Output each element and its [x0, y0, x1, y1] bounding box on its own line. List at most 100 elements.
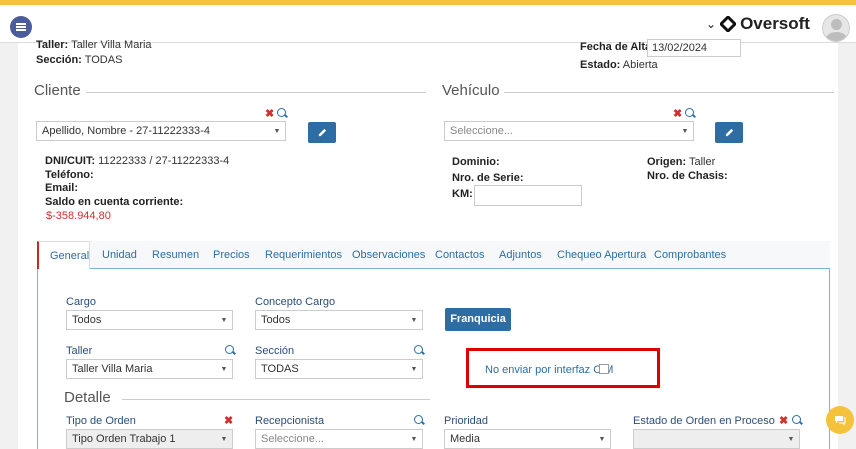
search-taller-icon[interactable] — [225, 345, 234, 354]
chevron-down-icon: ▼ — [787, 435, 795, 443]
estado-label: Estado: — [580, 59, 621, 71]
detalle-divider — [122, 399, 430, 400]
order-page: Taller: Taller Villa Maria Sección: TODA… — [18, 39, 838, 449]
email-label: Email: — [45, 182, 79, 194]
avatar[interactable] — [822, 14, 850, 42]
concepto-cargo-label: Concepto Cargo — [255, 296, 336, 308]
chevron-down-icon: ▼ — [681, 127, 689, 135]
oversoft-logo-icon — [720, 16, 737, 32]
chevron-down-icon: ▼ — [410, 365, 418, 373]
clear-cliente-icon[interactable]: ✖ — [265, 107, 274, 120]
prioridad-select-value: Media — [450, 433, 480, 445]
taller-info-label: Taller: — [36, 39, 69, 51]
hamburger-icon — [16, 26, 26, 28]
taller-info-value: Taller Villa Maria — [71, 39, 152, 51]
saldo-label: Saldo en cuenta corriente: — [45, 196, 184, 208]
origen-value: Taller — [688, 156, 716, 168]
vehiculo-select[interactable]: Seleccione... ▼ — [444, 121, 694, 141]
chevron-down-icon: ⌄ — [706, 17, 717, 31]
search-cliente-icon[interactable] — [277, 108, 286, 117]
tipo-orden-select-value: Tipo Orden Trabajo 1 — [72, 433, 176, 445]
chevron-down-icon: ▼ — [410, 435, 418, 443]
tab-chequeo-apertura[interactable]: Chequeo Apertura — [557, 241, 646, 269]
fecha-alta-field[interactable]: 13/02/2024 — [647, 39, 741, 57]
taller-info: Taller: Taller Villa Maria — [36, 39, 152, 51]
general-panel: Cargo Todos ▼ Concepto Cargo Todos ▼ Fra… — [37, 269, 830, 449]
detalle-section-title: Detalle — [64, 389, 111, 406]
franquicia-button[interactable]: Franquicia — [445, 308, 511, 331]
chevron-down-icon: ▼ — [410, 316, 418, 324]
prioridad-label: Prioridad — [444, 415, 489, 427]
tab-adjuntos[interactable]: Adjuntos — [499, 241, 542, 269]
cliente-divider — [86, 92, 426, 93]
tab-contactos[interactable]: Contactos — [435, 241, 485, 269]
seccion-info-label: Sección: — [36, 54, 82, 66]
brand[interactable]: ⌄ Oversoft — [706, 14, 810, 34]
seccion-info: Sección: TODAS — [36, 54, 122, 66]
dni-label: DNI/CUIT: — [45, 155, 96, 167]
tab-requerimientos[interactable]: Requerimientos — [265, 241, 342, 269]
seccion-select[interactable]: TODAS ▼ — [255, 359, 423, 379]
search-recepcionista-icon[interactable] — [414, 415, 423, 424]
vehiculo-select-placeholder: Seleccione... — [450, 125, 513, 137]
clear-estado-proceso-icon[interactable]: ✖ — [779, 414, 788, 427]
search-seccion-icon[interactable] — [414, 345, 423, 354]
chevron-down-icon: ▼ — [598, 435, 606, 443]
taller-field-label: Taller — [66, 345, 93, 357]
cargo-select-value: Todos — [72, 314, 102, 326]
vehiculo-divider — [504, 92, 834, 93]
km-input[interactable] — [474, 185, 582, 206]
pencil-icon — [725, 128, 733, 137]
vehiculo-section-title: Vehículo — [442, 82, 500, 99]
brand-name: Oversoft — [740, 14, 810, 33]
top-bar: ⌄ Oversoft — [0, 5, 856, 43]
chevron-down-icon: ▼ — [220, 365, 228, 373]
dominio-label: Dominio: — [452, 156, 500, 168]
taller-select[interactable]: Taller Villa Maria ▼ — [66, 359, 233, 379]
km-label: KM: — [452, 188, 473, 200]
chat-button[interactable] — [826, 406, 854, 434]
search-vehiculo-icon[interactable] — [685, 108, 694, 117]
serie-label: Nro. de Serie: — [452, 172, 524, 184]
cliente-select-value: Apellido, Nombre - 27-11222333-4 — [42, 125, 210, 137]
chevron-down-icon: ▼ — [273, 127, 281, 135]
estado-value: Abierta — [622, 59, 658, 71]
search-estado-proceso-icon[interactable] — [792, 415, 801, 424]
prioridad-select[interactable]: Media ▼ — [444, 429, 611, 449]
tab-resumen[interactable]: Resumen — [152, 241, 199, 269]
edit-cliente-button[interactable] — [308, 122, 336, 143]
tab-precios[interactable]: Precios — [213, 241, 250, 269]
tab-comprobantes[interactable]: Comprobantes — [654, 241, 726, 269]
seccion-select-value: TODAS — [261, 363, 299, 375]
recepcionista-label: Recepcionista — [255, 415, 325, 427]
concepto-cargo-select[interactable]: Todos ▼ — [255, 310, 423, 330]
origen-label: Origen: — [647, 156, 687, 168]
tipo-orden-select[interactable]: Tipo Orden Trabajo 1 ▼ — [66, 429, 233, 449]
taller-select-value: Taller Villa Maria — [72, 363, 153, 375]
chasis-label: Nro. de Chasis: — [647, 170, 728, 182]
seccion-field-label: Sección — [255, 345, 295, 357]
fecha-alta-value: 13/02/2024 — [652, 42, 708, 54]
chevron-down-icon: ▼ — [220, 435, 228, 443]
chevron-down-icon: ▼ — [220, 316, 228, 324]
origen-row: Origen: Taller — [647, 156, 715, 168]
edit-vehiculo-button[interactable] — [715, 122, 743, 143]
cliente-select[interactable]: Apellido, Nombre - 27-11222333-4 ▼ — [36, 121, 286, 141]
tab-unidad[interactable]: Unidad — [102, 241, 137, 269]
tab-general[interactable]: General — [37, 241, 90, 270]
tab-bar: General Unidad Resumen Precios Requerimi… — [37, 241, 830, 270]
pencil-icon — [318, 128, 326, 137]
telefono-label: Teléfono: — [45, 169, 94, 181]
clear-vehiculo-icon[interactable]: ✖ — [673, 107, 682, 120]
clear-tipo-orden-icon[interactable]: ✖ — [224, 414, 233, 427]
recepcionista-select[interactable]: Seleccione... ▼ — [255, 429, 423, 449]
estado-proceso-select[interactable]: ▼ — [633, 429, 800, 449]
dni-row: DNI/CUIT: 11222333 / 27-11222333-4 — [45, 155, 229, 167]
estado-info: Estado: Abierta — [580, 59, 658, 71]
menu-button[interactable] — [10, 16, 32, 38]
chat-icon — [835, 416, 846, 426]
cargo-select[interactable]: Todos ▼ — [66, 310, 233, 330]
tab-observaciones[interactable]: Observaciones — [352, 241, 425, 269]
cim-checkbox[interactable] — [599, 364, 609, 374]
concepto-cargo-select-value: Todos — [261, 314, 291, 326]
